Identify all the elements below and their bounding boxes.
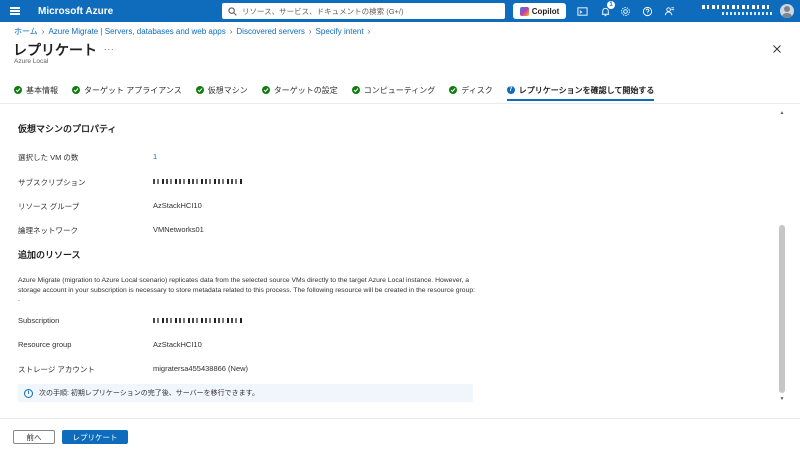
storage-account-value: migratersa455438866 (New) [153, 364, 249, 373]
avatar[interactable] [780, 4, 794, 18]
search-input[interactable] [242, 6, 492, 16]
global-search[interactable] [222, 3, 505, 19]
breadcrumb-azure-migrate[interactable]: Azure Migrate | Servers, databases and w… [48, 27, 225, 36]
logical-network-value: VMNetworks01 [153, 225, 204, 234]
scroll-up-icon[interactable]: ▲ [779, 110, 785, 116]
scrollbar-thumb[interactable] [779, 225, 785, 393]
content-scrollbar[interactable]: ▲ ▼ [779, 110, 785, 402]
replicate-button[interactable]: レプリケート [62, 430, 128, 444]
check-circle-icon [261, 86, 270, 94]
subscription-value-masked-2 [153, 318, 243, 323]
tab-target-settings[interactable]: ターゲットの設定 [261, 82, 338, 98]
check-circle-icon [195, 86, 204, 94]
brand-title[interactable]: Microsoft Azure [38, 6, 113, 17]
tab-review-start-replication[interactable]: 7 レプリケーションを確認して開始する [506, 82, 655, 101]
selected-vm-label: 選択した VM の数 [18, 153, 79, 162]
review-content: 仮想マシンのプロパティ 選択した VM の数 1 サブスクリプション リソース … [0, 104, 780, 414]
info-banner: i 次の手順: 初期レプリケーションの完了後、サーバーを移行できます。 [18, 384, 473, 402]
tab-label: ターゲットの設定 [273, 85, 338, 95]
tab-basics[interactable]: 基本情報 [14, 82, 58, 98]
resource-group-value-2: AzStackHCI10 [153, 340, 202, 349]
subscription-value-masked [153, 179, 243, 184]
menu-icon[interactable] [0, 0, 30, 22]
chevron-right-icon: › [367, 27, 371, 36]
page-title: レプリケート [13, 42, 97, 58]
tab-label: 仮想マシン [207, 85, 248, 95]
chevron-right-icon: › [308, 27, 312, 36]
notification-badge: 1 [607, 1, 615, 9]
previous-button[interactable]: 前へ [13, 430, 55, 444]
breadcrumb-home[interactable]: ホーム [14, 26, 38, 37]
subscription-label: サブスクリプション [18, 178, 86, 187]
tab-virtual-machines[interactable]: 仮想マシン [195, 82, 248, 98]
tab-label: ターゲット アプライアンス [84, 85, 182, 95]
info-icon: i [24, 388, 33, 398]
copilot-button[interactable]: Copilot [513, 3, 566, 19]
check-circle-icon [14, 86, 22, 94]
scroll-down-icon[interactable]: ▼ [779, 396, 785, 402]
help-icon[interactable] [640, 4, 654, 18]
check-circle-icon [449, 86, 458, 94]
more-options-icon[interactable]: ... [104, 42, 115, 52]
tab-label: 基本情報 [26, 85, 58, 95]
resource-group-label: リソース グループ [18, 202, 80, 211]
section-heading-vm-properties: 仮想マシンのプロパティ [18, 124, 117, 134]
page-subtitle: Azure Local [14, 58, 49, 65]
check-circle-icon [351, 86, 360, 94]
tab-target-appliance[interactable]: ターゲット アプライアンス [72, 82, 182, 98]
breadcrumb-specify-intent[interactable]: Specify intent [316, 27, 364, 36]
settings-gear-icon[interactable] [618, 4, 632, 18]
feedback-icon[interactable] [662, 4, 676, 18]
search-icon [228, 6, 237, 16]
additional-resources-description: Azure Migrate (migration to Azure Local … [18, 277, 476, 303]
breadcrumb: ホーム › Azure Migrate | Servers, databases… [14, 26, 374, 37]
tab-label: ディスク [461, 85, 493, 95]
copilot-icon [519, 6, 529, 16]
subscription-label-2: Subscription [18, 316, 60, 325]
tab-label: レプリケーションを確認して開始する [518, 85, 655, 95]
account-info-masked[interactable] [702, 5, 774, 17]
wizard-tabs: 基本情報 ターゲット アプライアンス 仮想マシン ターゲットの設定 コンピューテ… [14, 82, 668, 101]
resource-group-value: AzStackHCI10 [153, 201, 202, 210]
close-button[interactable] [770, 42, 784, 56]
cloud-shell-icon[interactable] [575, 4, 589, 18]
copilot-label: Copilot [531, 6, 560, 16]
chevron-right-icon: › [41, 27, 45, 36]
info-text: 次の手順: 初期レプリケーションの完了後、サーバーを移行できます。 [39, 390, 259, 397]
resource-group-label-2: Resource group [18, 340, 72, 349]
notifications-icon[interactable]: 1 [598, 1, 615, 18]
footer-divider [0, 418, 800, 419]
selected-vm-count-link[interactable]: 1 [153, 152, 157, 161]
tab-label: コンピューティング [363, 85, 436, 95]
tab-compute[interactable]: コンピューティング [351, 82, 436, 98]
storage-account-label: ストレージ アカウント [18, 365, 95, 374]
tab-disks[interactable]: ディスク [449, 82, 493, 98]
check-circle-icon [72, 86, 80, 94]
section-heading-additional-resources: 追加のリソース [18, 250, 81, 260]
chevron-right-icon: › [229, 27, 233, 36]
logical-network-label: 論理ネットワーク [18, 226, 78, 235]
close-icon [773, 45, 781, 53]
step-number-icon: 7 [506, 86, 515, 94]
breadcrumb-discovered-servers[interactable]: Discovered servers [236, 27, 304, 36]
